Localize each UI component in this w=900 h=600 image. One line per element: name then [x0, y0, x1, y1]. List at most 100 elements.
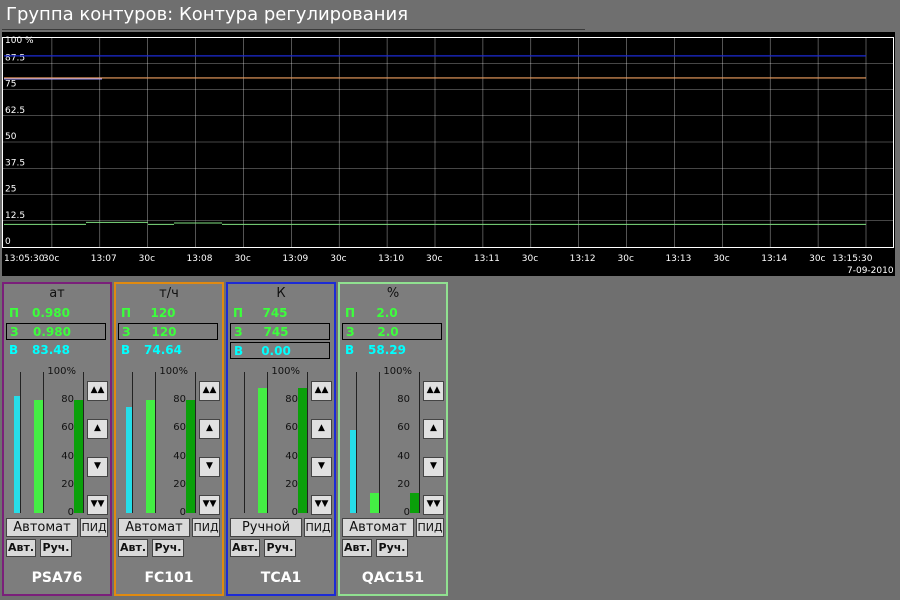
trend-y-label: 37.5 [5, 158, 25, 168]
scale-label: 40 [397, 450, 410, 462]
pid-button[interactable]: ПИД [416, 518, 444, 537]
trend-y-label: 0 [5, 237, 11, 247]
up-button[interactable]: ▲ [423, 419, 444, 439]
pv-label: П [121, 306, 132, 320]
out-value: 58.29 [368, 343, 406, 357]
setpoint-bar [146, 400, 155, 513]
trend-y-label: 25 [5, 185, 16, 195]
scale-label: 20 [285, 478, 298, 490]
setpoint-field[interactable]: З 745 [230, 323, 330, 340]
trend-x-label: 13:11 [474, 254, 500, 264]
pv-bar [298, 388, 307, 513]
pv-label: П [9, 306, 20, 320]
mode-button[interactable]: Автомат [6, 518, 78, 537]
down-button[interactable]: ▼ [311, 457, 332, 477]
output-bar [14, 396, 20, 513]
trend-y-label: 50 [5, 132, 17, 142]
bar-track [419, 372, 420, 513]
pv-row: П 0.980 [6, 305, 106, 322]
bar-track [20, 372, 21, 513]
pid-button[interactable]: ПИД [304, 518, 332, 537]
scale-label: 100% [383, 366, 412, 377]
fast-up-button[interactable]: ▲▲ [311, 381, 332, 401]
fast-up-button[interactable]: ▲▲ [423, 381, 444, 401]
scale-label: 60 [397, 422, 410, 434]
trend-y-label: 100 % [5, 36, 34, 46]
fast-down-button[interactable]: ▼▼ [423, 495, 444, 515]
trend-x-label: 30с [43, 254, 59, 264]
trend-chart[interactable]: 100 % 87.5 75 62.5 50 37.5 25 12.5 0 13:05:30 30с 1… [2, 32, 895, 276]
unit-label: т/ч [159, 286, 179, 301]
pv-value: 120 [150, 306, 176, 320]
down-button[interactable]: ▼ [199, 457, 220, 477]
pv-value: 745 [262, 306, 288, 320]
sp-label: З [346, 325, 355, 339]
manual-button[interactable]: Руч. [376, 539, 408, 557]
auto-button[interactable]: Авт. [6, 539, 36, 557]
trend-x-label: 30с [522, 254, 538, 264]
loop-name: QAC151 [361, 570, 425, 586]
down-button[interactable]: ▼ [87, 457, 108, 477]
manual-button[interactable]: Руч. [40, 539, 72, 557]
mode-button[interactable]: Автомат [118, 518, 190, 537]
setpoint-field[interactable]: З 120 [118, 323, 218, 340]
loop-panel-psa76: ат П 0.980 З 0.980 В 83.48 100% 80 60 40 20 0 ▲… [2, 282, 112, 596]
sp-label: З [10, 325, 19, 339]
up-button[interactable]: ▲ [87, 419, 108, 439]
manual-button[interactable]: Руч. [152, 539, 184, 557]
mode-button[interactable]: Ручной [230, 518, 302, 537]
fast-down-button[interactable]: ▼▼ [311, 495, 332, 515]
setpoint-field[interactable]: З 0.980 [6, 323, 106, 340]
bar-track [307, 372, 308, 513]
pid-button[interactable]: ПИД [80, 518, 108, 537]
pv-value: 0.980 [32, 306, 70, 320]
scale-label: 60 [61, 422, 74, 434]
trend-x-label: 30с [809, 254, 825, 264]
down-button[interactable]: ▼ [423, 457, 444, 477]
loop-panel-tca1: К П 745 З 745 В 0.00 100% 80 60 40 20 0 ▲▲ ▲ ▼ ▼▼ Р… [226, 282, 336, 596]
sp-value: 2.0 [377, 325, 399, 339]
trend-y-label: 87.5 [5, 53, 25, 63]
out-value: 83.48 [32, 343, 70, 357]
auto-button[interactable]: Авт. [118, 539, 148, 557]
trend-x-label: 13:13 [665, 254, 691, 264]
up-button[interactable]: ▲ [311, 419, 332, 439]
scale-label: 0 [67, 507, 74, 518]
fast-up-button[interactable]: ▲▲ [199, 381, 220, 401]
scale-label: 20 [397, 478, 410, 490]
unit-label: К [276, 286, 286, 301]
page-title: Группа контуров: Контура регулирования [2, 0, 585, 30]
pid-button[interactable]: ПИД [192, 518, 220, 537]
manual-button[interactable]: Руч. [264, 539, 296, 557]
trend-x-label: 30с [426, 254, 442, 264]
mode-button[interactable]: Автомат [342, 518, 414, 537]
scale-label: 40 [61, 450, 74, 462]
pv-row: П 2.0 [342, 305, 442, 322]
pv-row: П 745 [230, 305, 330, 322]
bar-track [83, 372, 84, 513]
trend-x-label: 13:14 [761, 254, 787, 264]
trend-x-label: 13:05:30 [4, 254, 45, 264]
pv-label: П [233, 306, 244, 320]
scale-label: 80 [173, 394, 186, 406]
setpoint-field[interactable]: З 2.0 [342, 323, 442, 340]
fast-up-button[interactable]: ▲▲ [87, 381, 108, 401]
fast-down-button[interactable]: ▼▼ [87, 495, 108, 515]
loop-name: TCA1 [260, 570, 302, 586]
pv-row: П 120 [118, 305, 218, 322]
bar-track [132, 372, 133, 513]
trend-x-label: 30с [330, 254, 346, 264]
unit-label: % [386, 286, 400, 301]
output-row: В 74.64 [118, 342, 218, 359]
up-button[interactable]: ▲ [199, 419, 220, 439]
output-row[interactable]: В 0.00 [230, 342, 330, 359]
out-label: В [234, 344, 244, 358]
auto-button[interactable]: Авт. [342, 539, 372, 557]
fast-down-button[interactable]: ▼▼ [199, 495, 220, 515]
trend-x-label: 30с [139, 254, 155, 264]
auto-button[interactable]: Авт. [230, 539, 260, 557]
scale-label: 40 [285, 450, 298, 462]
sp-value: 120 [151, 325, 177, 339]
trend-x-label: 13:08 [187, 254, 213, 264]
trend-y-label: 62.5 [5, 106, 25, 116]
